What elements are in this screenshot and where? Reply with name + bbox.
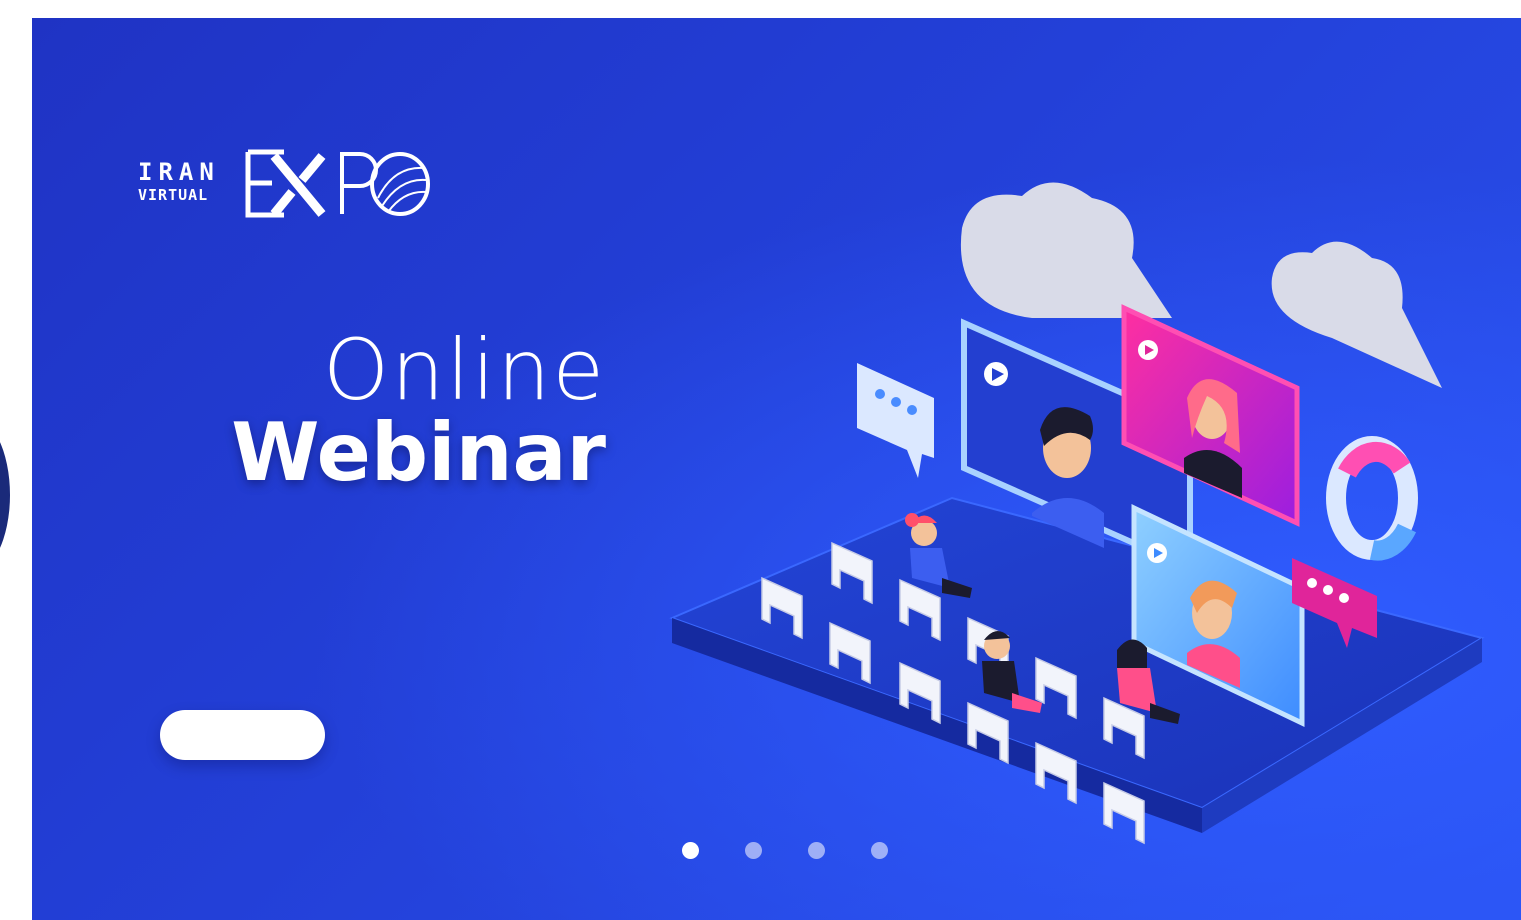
logo-text-virtual: VIRTUAL (138, 186, 209, 204)
expo-logo-mark (245, 149, 430, 218)
carousel-dot-2[interactable] (745, 842, 762, 859)
cloud-icon (960, 182, 1172, 318)
logo-text-iran: IRAN (138, 158, 220, 186)
hero-banner: IRAN VIRTUAL Online Webinar (32, 18, 1521, 920)
partial-ring-decoration (0, 415, 10, 575)
carousel-dot-4[interactable] (871, 842, 888, 859)
iran-virtual-expo-logo: IRAN VIRTUAL (138, 146, 438, 221)
cta-button[interactable] (160, 710, 325, 760)
hero-title-webinar: Webinar (231, 406, 606, 499)
carousel-dot-1[interactable] (682, 842, 699, 859)
carousel-indicators (682, 842, 888, 859)
donut-chart-icon (1326, 436, 1418, 561)
chat-bubble-icon (857, 363, 934, 478)
webinar-illustration (669, 182, 1485, 845)
carousel-dot-3[interactable] (808, 842, 825, 859)
cloud-icon (1271, 241, 1442, 388)
hero-title-online: Online (323, 321, 606, 419)
